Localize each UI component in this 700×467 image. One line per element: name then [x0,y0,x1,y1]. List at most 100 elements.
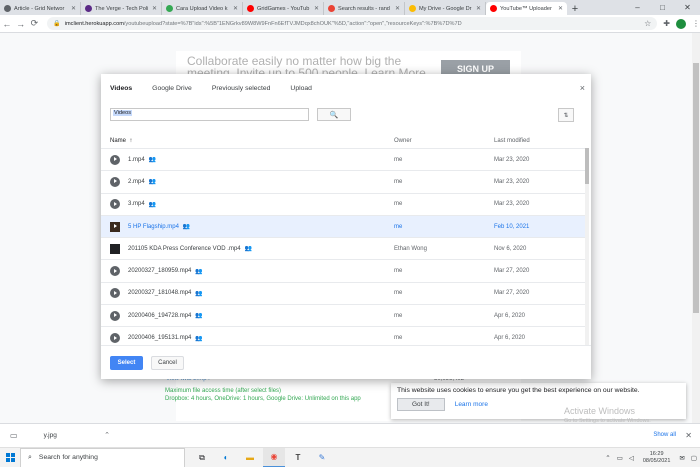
browser-tab[interactable]: Search results - rand ✕ [324,2,405,15]
volume-icon[interactable]: ◁ [629,454,634,462]
back-icon[interactable]: ← [0,19,14,29]
url-text[interactable]: imclient.herokuapp.com/youtubeupload?sta… [65,21,644,27]
tab-previously-selected[interactable]: Previously selected [212,85,271,92]
tab-google-drive[interactable]: Google Drive [152,85,192,92]
close-icon[interactable]: × [580,83,585,93]
tab-favicon-icon [328,5,335,12]
file-name: 20200327_180959.mp4 [128,268,192,275]
search-icon: ⌕ [28,453,32,461]
cookie-got-it-button[interactable]: Got It! [397,398,445,411]
tab-videos[interactable]: Videos [110,85,132,92]
task-view-icon[interactable]: ⧉ [191,448,213,467]
cookie-learn-more-link[interactable]: Learn more [455,401,488,408]
profile-avatar[interactable] [675,18,686,29]
notification-icon[interactable]: ▢ [691,454,697,462]
file-row[interactable]: 3.mp4 👥 me Mar 23, 2020 [101,192,585,215]
gmail-icon[interactable]: ✉ [679,454,684,462]
sort-options-button[interactable]: ⇅ [558,108,574,122]
close-downloads-icon[interactable]: ✕ [685,431,692,440]
extension-puzzle-icon[interactable]: ✚ [663,19,670,28]
browser-tab[interactable]: My Drive - Google Dr ✕ [405,2,486,15]
tab-favicon-icon [166,5,173,12]
edge-icon[interactable]: ◐ [215,448,237,467]
search-input[interactable]: Videos [110,108,309,121]
sort-arrow-icon[interactable]: ↑ [129,138,132,144]
browser-tab[interactable]: Cara Upload Video k ✕ [162,2,243,15]
browser-tab[interactable]: Article - Grid Networ ✕ [0,2,81,15]
chrome-icon[interactable]: ◉ [263,447,285,467]
start-button[interactable] [0,448,20,467]
clock[interactable]: 16:29 08/05/2021 [643,451,671,465]
file-name-cell: 201105 KDA Press Conference VOD .mp4 👥 [110,243,394,254]
tab-close-icon[interactable]: ✕ [476,5,481,12]
file-name: 20200406_195131.mp4 [128,335,192,342]
file-row[interactable]: 1.mp4 👥 me Mar 23, 2020 [101,148,585,170]
chevron-up-icon[interactable]: ⌃ [605,454,610,462]
tab-close-icon[interactable]: ✕ [233,5,238,12]
tab-close-icon[interactable]: ✕ [71,5,76,12]
file-name: 20200327_181048.mp4 [128,290,192,297]
taskbar-search-box[interactable]: ⌕ Search for anything [20,447,185,467]
activate-windows-title: Activate Windows [564,406,636,416]
show-all-link[interactable]: Show all [653,432,676,438]
file-row[interactable]: 5 HP Flagship.mp4 👥 me Feb 10, 2021 [101,214,585,238]
file-owner: me [394,201,403,208]
tab-close-icon[interactable]: ✕ [558,5,563,12]
file-modified: Apr 6, 2020 [494,335,526,342]
download-item[interactable]: ▭ y.jpg ⌃ [10,431,110,440]
address-bar[interactable]: 🔒 imclient.herokuapp.com/youtubeupload?s… [47,17,658,30]
file-row[interactable]: 20200406_195131.mp4 👥 me Apr 6, 2020 [101,326,585,345]
bookmark-star-icon[interactable]: ☆ [644,19,651,28]
file-row[interactable]: 20200327_180959.mp4 👥 me Mar 27, 2020 [101,259,585,281]
play-icon [110,288,120,299]
network-icon[interactable]: ▭ [617,454,623,462]
play-icon [110,154,120,165]
file-row[interactable]: 20200406_194728.mp4 👥 me Apr 6, 2020 [101,304,585,326]
file-owner: me [394,223,403,230]
new-tab-button[interactable]: + [567,2,583,15]
video-thumbnail [110,221,120,232]
typora-icon[interactable]: T [287,448,309,467]
maximize-button[interactable]: □ [650,0,675,15]
close-window-button[interactable]: ✕ [675,0,700,15]
forward-icon[interactable]: → [14,19,28,29]
page-scrollbar-thumb[interactable] [693,63,699,313]
video-thumbnail [110,243,120,254]
browser-toolbar: ← → ⟳ 🔒 imclient.herokuapp.com/youtubeup… [0,15,700,33]
file-explorer-icon[interactable]: ▬ [239,448,261,467]
reload-icon[interactable]: ⟳ [28,18,42,29]
windows-taskbar: ⌕ Search for anything ⧉ ◐ ▬ ◉ T ✎ ⌃ ▭ ◁ … [0,447,700,467]
browser-tab[interactable]: YouTube™ Uploader ✕ [486,2,567,15]
file-icon: ▭ [10,430,18,440]
file-row[interactable]: 2.mp4 👥 me Mar 23, 2020 [101,170,585,192]
lock-icon[interactable]: 🔒 [53,20,60,27]
file-name: 20200406_194728.mp4 [128,312,192,319]
menu-kebab-icon[interactable]: ⋮ [692,19,700,28]
browser-tab[interactable]: GridGames - YouTub ✕ [243,2,324,15]
tab-close-icon[interactable]: ✕ [152,5,157,12]
pen-app-icon[interactable]: ✎ [311,448,333,467]
tab-close-icon[interactable]: ✕ [395,5,400,12]
file-name: 3.mp4 [128,201,145,208]
search-button[interactable]: 🔍 [317,108,351,121]
file-row[interactable]: 201105 KDA Press Conference VOD .mp4 👥 Eth… [101,237,585,259]
name-column-header[interactable]: Name ↑ [110,138,394,144]
page-scrollbar[interactable] [692,33,700,423]
select-button[interactable]: Select [110,355,143,370]
file-list-scrollbar[interactable] [585,148,589,345]
file-row[interactable]: 20200327_181048.mp4 👥 me Mar 27, 2020 [101,281,585,304]
tab-upload[interactable]: Upload [290,85,312,92]
tab-favicon-icon [4,5,11,12]
tab-title: My Drive - Google Dr [419,5,472,12]
file-name-cell: 5 HP Flagship.mp4 👥 [110,221,394,232]
tab-title: GridGames - YouTub [257,5,310,12]
file-name-cell: 20200406_195131.mp4 👥 [110,333,394,344]
tab-favicon-icon [247,5,254,12]
minimize-button[interactable]: – [625,0,650,15]
cancel-button[interactable]: Cancel [151,355,184,370]
shared-people-icon: 👥 [195,313,203,320]
file-list-scrollbar-thumb[interactable] [585,148,589,184]
chevron-up-icon[interactable]: ⌃ [104,431,110,439]
browser-tab[interactable]: The Verge - Tech Poli ✕ [81,2,162,15]
tab-close-icon[interactable]: ✕ [314,5,319,12]
